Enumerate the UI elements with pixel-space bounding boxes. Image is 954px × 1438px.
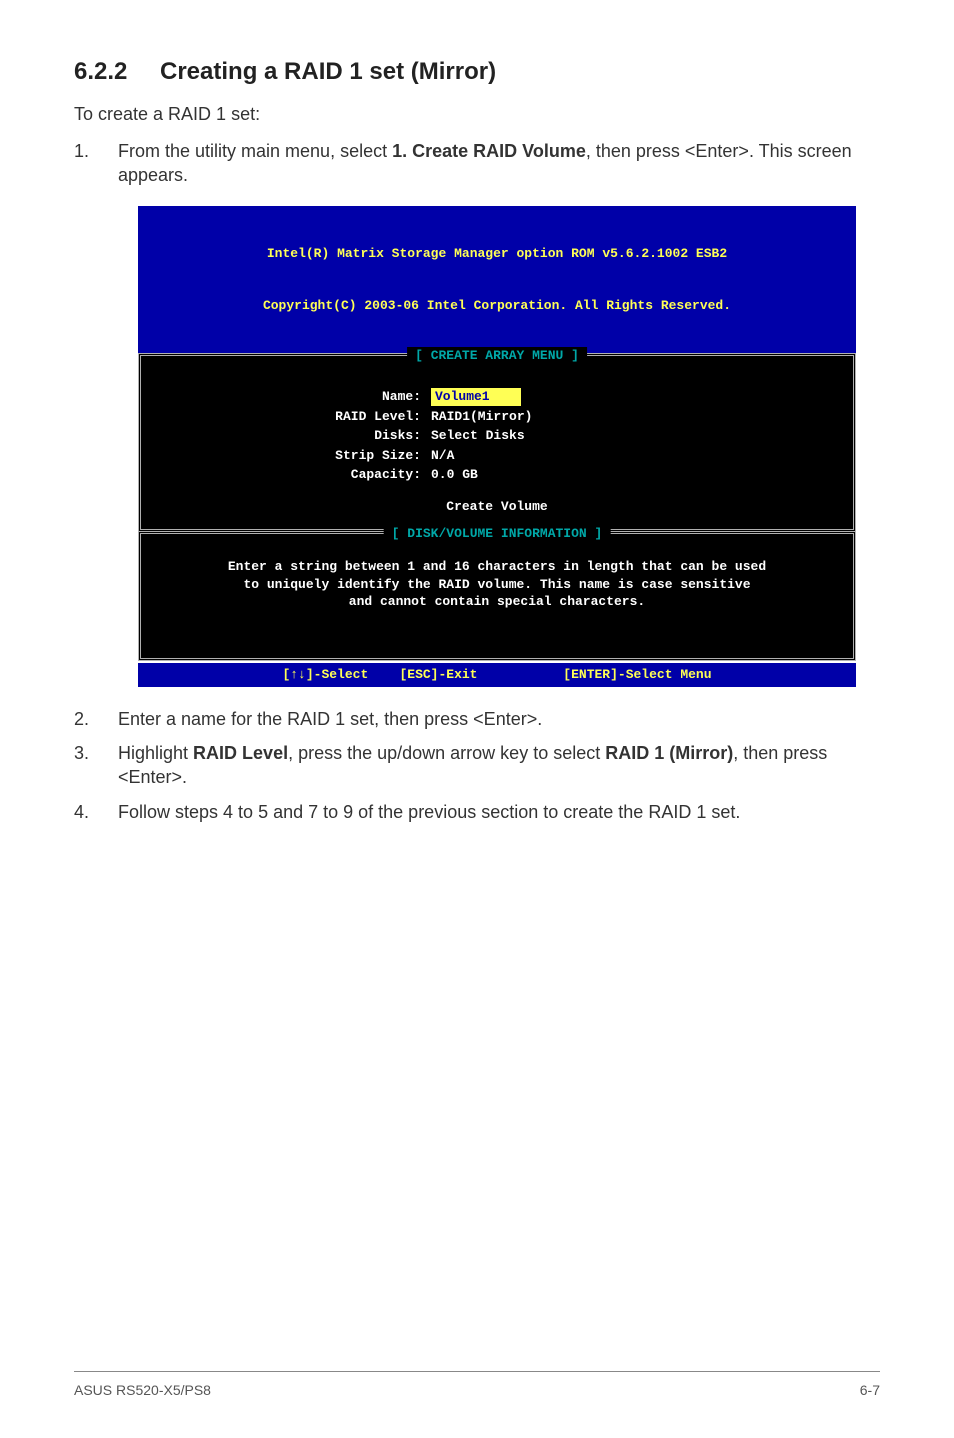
- field-value[interactable]: Select Disks: [431, 427, 525, 445]
- step-body: Highlight RAID Level, press the up/down …: [118, 741, 880, 790]
- field-disks: Disks: Select Disks: [161, 427, 833, 445]
- field-raid-level: RAID Level: RAID1(Mirror): [161, 408, 833, 426]
- field-label: RAID Level:: [161, 408, 431, 426]
- field-label: Disks:: [161, 427, 431, 445]
- field-name: Name: Volume1: [161, 388, 833, 406]
- step-number: 3.: [74, 741, 118, 790]
- disk-volume-info-panel: [ DISK/VOLUME INFORMATION ] Enter a stri…: [138, 531, 856, 661]
- step-body: From the utility main menu, select 1. Cr…: [118, 139, 880, 188]
- field-value: N/A: [431, 447, 454, 465]
- step-2: 2. Enter a name for the RAID 1 set, then…: [74, 707, 880, 731]
- panel-title: [ CREATE ARRAY MENU ]: [407, 347, 587, 365]
- create-volume-action[interactable]: Create Volume: [161, 498, 833, 516]
- name-input[interactable]: Volume1: [431, 388, 521, 406]
- bios-header-line2: Copyright(C) 2003-06 Intel Corporation. …: [138, 297, 856, 315]
- step-body: Follow steps 4 to 5 and 7 to 9 of the pr…: [118, 800, 880, 824]
- field-label: Strip Size:: [161, 447, 431, 465]
- step-bold: 1. Create RAID Volume: [392, 141, 586, 161]
- step-text: Highlight: [118, 743, 193, 763]
- field-label: Name:: [161, 388, 431, 406]
- section-heading: 6.2.2Creating a RAID 1 set (Mirror): [74, 58, 880, 86]
- page-footer: ASUS RS520-X5/PS8 6-7: [74, 1371, 880, 1398]
- bios-footer-keys: [↑↓]-Select [ESC]-Exit [ENTER]-Select Me…: [138, 663, 856, 687]
- step-body: Enter a name for the RAID 1 set, then pr…: [118, 707, 880, 731]
- help-text: Enter a string between 1 and 16 characte…: [161, 558, 833, 611]
- field-strip-size: Strip Size: N/A: [161, 447, 833, 465]
- field-value[interactable]: RAID1(Mirror): [431, 408, 532, 426]
- panel-title: [ DISK/VOLUME INFORMATION ]: [384, 525, 611, 543]
- step-number: 2.: [74, 707, 118, 731]
- step-4: 4. Follow steps 4 to 5 and 7 to 9 of the…: [74, 800, 880, 824]
- step-text: , press the up/down arrow key to select: [288, 743, 605, 763]
- create-array-panel: [ CREATE ARRAY MENU ] Name: Volume1 RAID…: [138, 353, 856, 532]
- step-1: 1. From the utility main menu, select 1.…: [74, 139, 880, 188]
- step-number: 4.: [74, 800, 118, 824]
- help-line: to uniquely identify the RAID volume. Th…: [161, 576, 833, 594]
- step-bold: RAID Level: [193, 743, 288, 763]
- help-line: and cannot contain special characters.: [161, 593, 833, 611]
- field-capacity: Capacity: 0.0 GB: [161, 466, 833, 484]
- step-number: 1.: [74, 139, 118, 188]
- bios-screenshot: Intel(R) Matrix Storage Manager option R…: [138, 206, 856, 687]
- footer-page-number: 6-7: [860, 1382, 880, 1398]
- help-line: Enter a string between 1 and 16 characte…: [161, 558, 833, 576]
- bios-header: Intel(R) Matrix Storage Manager option R…: [138, 206, 856, 354]
- step-bold: RAID 1 (Mirror): [605, 743, 733, 763]
- bios-header-line1: Intel(R) Matrix Storage Manager option R…: [138, 245, 856, 263]
- intro-text: To create a RAID 1 set:: [74, 104, 880, 125]
- section-title-text: Creating a RAID 1 set (Mirror): [160, 58, 496, 85]
- step-3: 3. Highlight RAID Level, press the up/do…: [74, 741, 880, 790]
- step-text: From the utility main menu, select: [118, 141, 392, 161]
- footer-product: ASUS RS520-X5/PS8: [74, 1382, 211, 1398]
- field-value: 0.0 GB: [431, 466, 478, 484]
- field-label: Capacity:: [161, 466, 431, 484]
- section-number: 6.2.2: [74, 58, 160, 86]
